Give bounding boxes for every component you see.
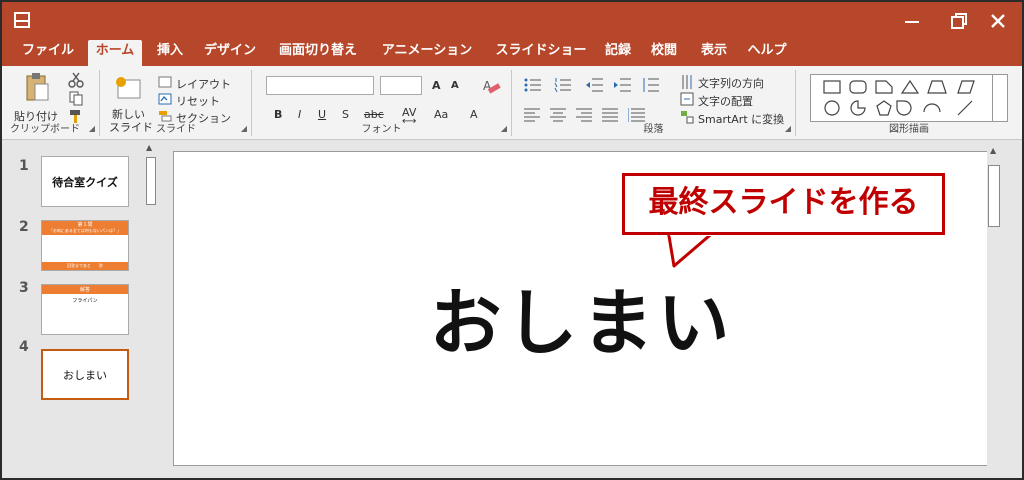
drawing-group-label: 図形描画 (889, 124, 929, 135)
paragraph-group: 文字列の方向 文字の配置 SmartArt に変換 段落 ◢ (512, 70, 796, 136)
slide-main-text[interactable]: おしまい (174, 264, 989, 369)
slide-canvas[interactable]: おしまい 最終スライドを作る (173, 151, 988, 466)
thumbnail-title: 解答 (79, 287, 90, 293)
font-group: A A A B I U S abc AV ⟷ Aa A フォント ◢ (252, 70, 512, 136)
paste-icon[interactable] (24, 72, 50, 102)
thumbnail-subtitle: 「お肉にある全ては何もないパンは？」 (48, 228, 122, 233)
tab-help[interactable]: ヘルプ (742, 40, 792, 66)
restore-icon[interactable] (949, 11, 969, 31)
thumbnail-scrollbar[interactable]: ▲ (144, 141, 158, 478)
clipboard-launcher-icon[interactable]: ◢ (89, 124, 95, 133)
text-direction-icon (682, 75, 692, 89)
shapes-gallery-scroll[interactable] (992, 74, 1008, 122)
tab-transitions[interactable]: 画面切り替え (272, 40, 364, 66)
slides-group: 新しい スライド レイアウト リセット セクション スライド ◢ (100, 70, 252, 136)
shrink-font-button[interactable]: A (451, 80, 459, 91)
shapes-gallery-icons[interactable] (822, 78, 992, 120)
thumbnail-title: 第１問 (77, 222, 93, 228)
tab-file[interactable]: ファイル (16, 40, 80, 66)
thumbnail-footer: 回答まであと 秒 (67, 263, 103, 268)
scroll-thumb[interactable] (988, 165, 1000, 227)
reset-icon (158, 93, 172, 105)
slide-thumbnail-pane: 1 待合室クイズ 2 第１問 「お肉にある全ては何もないパンは？」 回答まであと… (2, 141, 160, 478)
grow-font-button[interactable]: A (432, 79, 441, 92)
minimize-icon[interactable] (902, 12, 922, 32)
thumbnail-title: 待合室クイズ (52, 176, 118, 189)
thumbnail-title: おしまい (63, 369, 107, 382)
text-direction-button[interactable]: 文字列の方向 (698, 75, 764, 91)
slide-number: 2 (19, 219, 29, 235)
slide-thumbnail-4[interactable]: おしまい (41, 349, 129, 400)
font-size-input[interactable] (380, 76, 422, 95)
tab-review[interactable]: 校閲 (646, 40, 682, 66)
clear-format-icon[interactable]: A (481, 77, 501, 95)
slide-number: 4 (19, 339, 29, 355)
tab-insert[interactable]: 挿入 (150, 40, 190, 66)
slide-thumbnail-1[interactable]: 待合室クイズ (41, 156, 129, 207)
slides-group-label: スライド (156, 124, 196, 135)
clipboard-group-label: クリップボード (10, 124, 80, 135)
line-spacing-icon[interactable] (642, 78, 660, 92)
slide-thumbnail-2[interactable]: 第１問 「お肉にある全ては何もないパンは？」 回答まであと 秒 (41, 220, 129, 271)
save-icon[interactable] (13, 11, 31, 29)
numbering-icon[interactable] (554, 78, 572, 92)
scroll-up-icon[interactable]: ▲ (146, 143, 152, 152)
editor-scrollbar[interactable]: ▲ (987, 141, 1001, 478)
decrease-indent-icon[interactable] (586, 78, 604, 92)
tab-slideshow[interactable]: スライドショー (486, 40, 596, 66)
new-slide-icon[interactable] (114, 76, 142, 100)
slides-launcher-icon[interactable]: ◢ (241, 124, 247, 133)
slide-thumbnail-3[interactable]: 解答 フライパン (41, 284, 129, 335)
tab-home[interactable]: ホーム (88, 40, 142, 66)
ribbon-tabs: ファイル ホーム 挿入 デザイン 画面切り替え アニメーション スライドショー … (2, 40, 1022, 66)
clipboard-group: 貼り付け クリップボード ◢ (2, 70, 100, 136)
slide-number: 3 (19, 280, 29, 296)
scroll-up-icon[interactable]: ▲ (990, 146, 996, 155)
cut-icon[interactable] (68, 72, 84, 88)
close-icon[interactable] (988, 11, 1008, 31)
slide-number: 1 (19, 158, 29, 174)
font-name-input[interactable] (266, 76, 374, 95)
tab-record[interactable]: 記録 (602, 40, 634, 66)
copy-icon[interactable] (68, 90, 84, 106)
paragraph-group-label: 段落 (643, 124, 664, 135)
align-text-button[interactable]: 文字の配置 (698, 93, 753, 109)
tab-view[interactable]: 表示 (694, 40, 734, 66)
font-group-label: フォント (361, 124, 402, 135)
reset-button[interactable]: リセット (176, 93, 220, 109)
layout-icon (158, 76, 172, 88)
paragraph-launcher-icon[interactable]: ◢ (785, 124, 791, 133)
slide-editor: おしまい 最終スライドを作る ▲ (160, 141, 1002, 478)
font-launcher-icon[interactable]: ◢ (501, 124, 507, 133)
title-bar (2, 2, 1022, 40)
annotation-callout: 最終スライドを作る (622, 173, 945, 235)
thumbnail-subtitle: フライパン (72, 298, 98, 304)
tab-design[interactable]: デザイン (198, 40, 262, 66)
new-slide-label-2[interactable]: スライド (109, 119, 153, 135)
align-text-icon (680, 92, 694, 106)
drawing-group: 図形描画 (796, 70, 1022, 136)
ribbon: 貼り付け クリップボード ◢ 新しい スライド レイアウト リセット セクション… (2, 66, 1022, 140)
callout-tail (666, 230, 718, 268)
tab-animations[interactable]: アニメーション (374, 40, 480, 66)
scroll-thumb[interactable] (146, 157, 156, 205)
layout-button[interactable]: レイアウト (176, 76, 231, 92)
powerpoint-window: ファイル ホーム 挿入 デザイン 画面切り替え アニメーション スライドショー … (0, 0, 1024, 480)
bullets-icon[interactable] (524, 78, 542, 92)
increase-indent-icon[interactable] (614, 78, 632, 92)
